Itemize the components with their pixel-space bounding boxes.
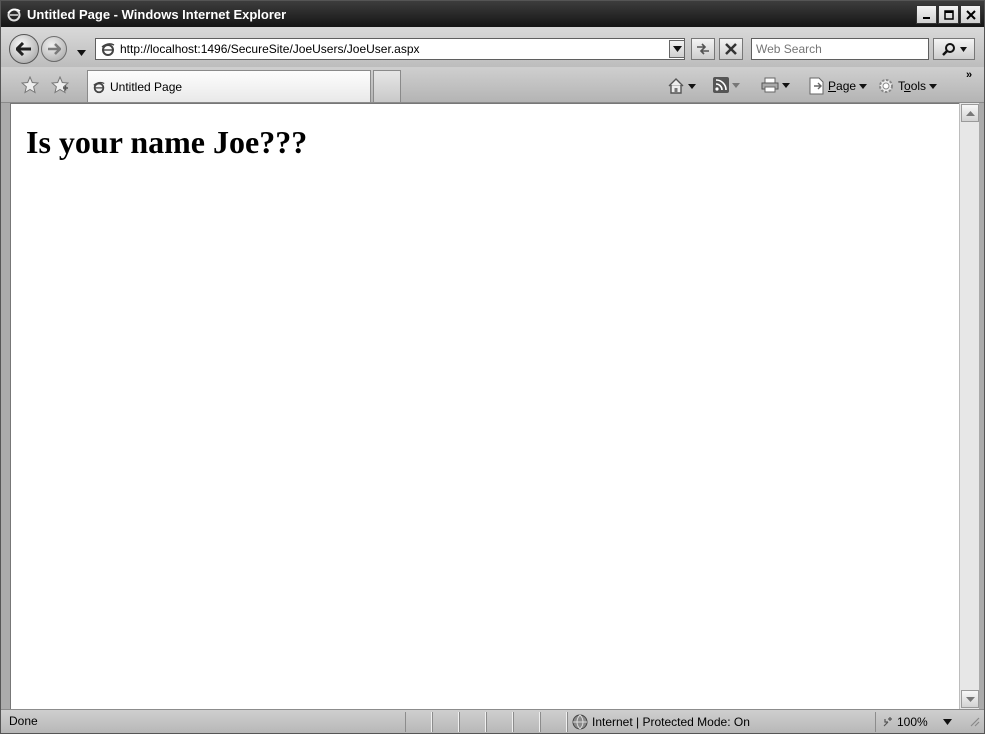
search-input[interactable]: [752, 39, 928, 59]
chevron-down-icon: [859, 83, 868, 89]
zoom-icon: [883, 717, 892, 727]
back-button[interactable]: [9, 34, 39, 64]
minimize-button[interactable]: [916, 5, 937, 24]
resize-grip-icon[interactable]: [968, 715, 980, 730]
chevron-down-icon: [965, 696, 975, 702]
tab-label: Untitled Page: [110, 79, 183, 94]
chevron-up-icon: [965, 110, 975, 116]
back-arrow-icon: [16, 42, 31, 56]
new-tab-button[interactable]: [373, 70, 401, 102]
search-icon: [941, 43, 955, 56]
address-dropdown-button[interactable]: [669, 40, 685, 58]
refresh-button[interactable]: [691, 38, 715, 60]
search-box[interactable]: [751, 38, 929, 60]
navigation-bar: http://localhost:1496/SecureSite/JoeUser…: [1, 27, 984, 67]
status-panels: [405, 712, 567, 732]
status-text: Done: [9, 714, 38, 728]
forward-arrow-icon: [48, 43, 61, 55]
ie-page-icon: [101, 43, 115, 56]
status-bar: Done Internet | Protected Mode: On 100%: [1, 709, 984, 733]
maximize-button[interactable]: [938, 5, 959, 24]
globe-icon: [572, 714, 588, 730]
chevron-down-icon: [732, 82, 740, 88]
print-button[interactable]: [761, 77, 790, 93]
title-bar[interactable]: Untitled Page - Windows Internet Explore…: [1, 1, 984, 27]
search-button[interactable]: [933, 38, 975, 60]
feeds-button[interactable]: [713, 77, 740, 93]
add-favorites-icon[interactable]: [50, 75, 70, 97]
tools-menu-label: Tools: [898, 79, 927, 93]
zoom-level: 100%: [897, 715, 928, 729]
page-icon: [809, 77, 824, 95]
printer-icon: [761, 77, 779, 93]
recent-pages-dropdown[interactable]: [77, 45, 86, 59]
toolbar-overflow-button[interactable]: »: [966, 69, 972, 81]
tools-menu-button[interactable]: Tools: [877, 77, 938, 95]
chevron-down-icon: [77, 50, 86, 56]
tab-bar: Untitled Page Page Tools »: [1, 67, 984, 103]
tab-untitled-page[interactable]: Untitled Page: [87, 70, 371, 102]
security-zone-text: Internet | Protected Mode: On: [592, 715, 750, 729]
security-zone[interactable]: Internet | Protected Mode: On: [567, 712, 873, 732]
favorites-star-icon[interactable]: [20, 75, 40, 97]
vertical-scrollbar[interactable]: [959, 103, 979, 709]
rss-feed-icon: [713, 77, 729, 93]
page-heading: Is your name Joe???: [26, 124, 308, 160]
stop-button[interactable]: [719, 38, 743, 60]
page-menu-label: Page: [828, 79, 857, 93]
address-url[interactable]: http://localhost:1496/SecureSite/JoeUser…: [120, 42, 420, 56]
address-bar[interactable]: http://localhost:1496/SecureSite/JoeUser…: [95, 38, 685, 60]
forward-button[interactable]: [41, 36, 67, 62]
home-button[interactable]: [667, 77, 696, 95]
page-menu-button[interactable]: Page: [809, 77, 868, 95]
zoom-control[interactable]: 100%: [875, 712, 971, 732]
chevron-down-icon: [959, 46, 967, 52]
stop-icon: [725, 43, 737, 55]
scroll-down-button[interactable]: [961, 690, 979, 708]
ie-page-icon: [93, 81, 105, 93]
close-button[interactable]: [960, 5, 981, 24]
page-content: Is your name Joe???: [10, 103, 959, 709]
refresh-icon: [697, 43, 709, 55]
gear-icon: [879, 79, 893, 93]
chevron-down-icon: [782, 82, 790, 88]
chevron-down-icon: [929, 83, 938, 89]
chevron-down-icon: [688, 83, 696, 89]
chevron-down-icon: [672, 46, 682, 52]
browser-window: Untitled Page - Windows Internet Explore…: [0, 0, 985, 734]
ie-logo-icon: [5, 5, 23, 23]
home-icon: [668, 78, 684, 94]
chevron-down-icon: [942, 719, 952, 725]
window-title: Untitled Page - Windows Internet Explore…: [27, 6, 287, 22]
scroll-up-button[interactable]: [961, 104, 979, 122]
